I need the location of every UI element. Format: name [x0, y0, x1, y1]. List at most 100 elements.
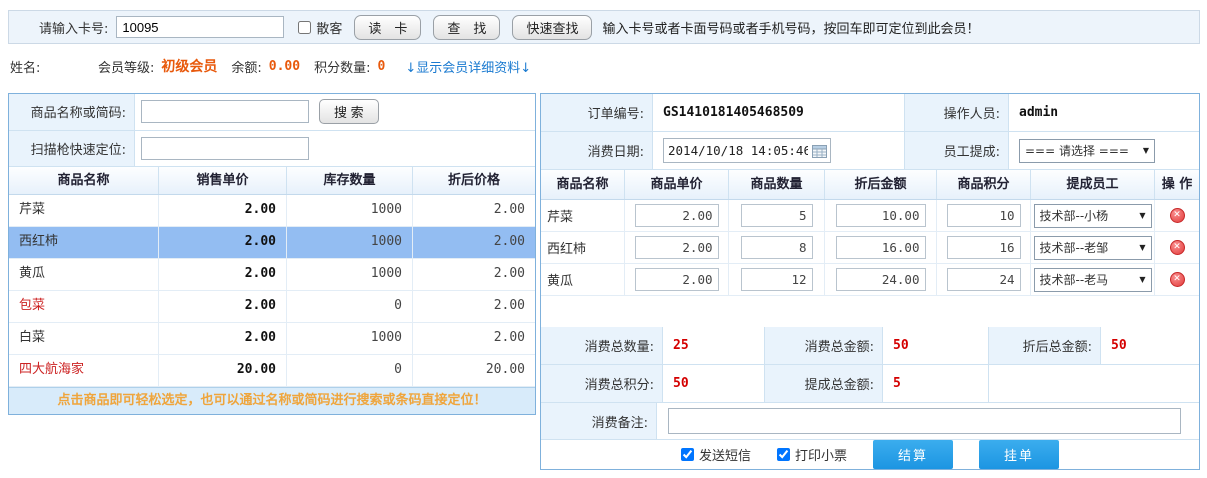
delete-icon[interactable]: ✕ [1170, 272, 1185, 287]
product-price: 2.00 [159, 259, 287, 290]
unit-price-input[interactable] [635, 204, 719, 227]
total-points-value: 50 [663, 365, 765, 403]
search-button[interactable]: 搜 索 [319, 99, 379, 124]
consume-date-input[interactable] [664, 143, 812, 158]
staff-select[interactable]: 技术部--老邹 ▼ [1034, 236, 1152, 260]
product-row[interactable]: 白菜 2.00 1000 2.00 [9, 323, 535, 355]
product-stock: 1000 [287, 259, 413, 290]
column-header: 商品积分 [937, 170, 1031, 199]
staff-selected: 技术部--老邹 [1040, 239, 1109, 256]
staff-select[interactable]: 技术部--小杨 ▼ [1034, 204, 1152, 228]
remark-row: 消费备注: [541, 403, 1199, 440]
cart-spacer [541, 296, 1199, 327]
consume-date-box [663, 138, 831, 163]
delete-icon[interactable]: ✕ [1170, 208, 1185, 223]
hold-order-button[interactable]: 挂单 [979, 440, 1059, 469]
print-receipt-checkbox[interactable] [777, 448, 790, 461]
discount-total-label: 折后总金额: [989, 327, 1101, 365]
column-header: 商品名称 [9, 167, 159, 194]
print-receipt-label: 打印小票 [795, 445, 847, 464]
product-row[interactable]: 黄瓜 2.00 1000 2.00 [9, 259, 535, 291]
cart-row: 西红柿 技术部--老邹 ▼ ✕ [541, 232, 1199, 264]
order-info-grid: 订单编号: GS1410181405468509 操作人员: admin 消费日… [541, 94, 1199, 170]
amount-input[interactable] [836, 236, 926, 259]
product-table-header: 商品名称销售单价库存数量折后价格 [9, 167, 535, 195]
column-header: 折后价格 [413, 167, 535, 194]
column-header: 提成员工 [1031, 170, 1155, 199]
send-sms-group[interactable]: 发送短信 [681, 445, 751, 464]
chevron-down-icon: ▼ [1139, 211, 1145, 220]
product-search-input[interactable] [141, 100, 309, 123]
product-search-row: 商品名称或简码: 搜 索 [9, 94, 535, 131]
order-number-label: 订单编号: [541, 94, 653, 132]
card-hint-text: 输入卡号或者卡面号码或者手机号码，按回车即可定位到此会员！ [602, 18, 979, 37]
quantity-input[interactable] [741, 236, 813, 259]
commission-total-label: 提成总金额: [765, 365, 883, 403]
column-header: 库存数量 [287, 167, 413, 194]
member-info-bar: 姓名: 会员等级: 初级会员 余额: 0.00 积分数量: 0 ↓显示会员详细资… [10, 51, 1200, 81]
unit-price-input[interactable] [635, 236, 719, 259]
staff-commission-label: 员工提成: [905, 132, 1009, 170]
send-sms-label: 发送短信 [699, 445, 751, 464]
quantity-input[interactable] [741, 204, 813, 227]
cart-row: 芹菜 技术部--小杨 ▼ ✕ [541, 200, 1199, 232]
staff-commission-selected: === 请选择 === [1025, 142, 1129, 159]
staff-commission-select[interactable]: === 请选择 === ▼ [1019, 139, 1155, 163]
cart-table-header: 商品名称商品单价商品数量折后金额商品积分提成员工操 作 [541, 170, 1199, 200]
delete-icon[interactable]: ✕ [1170, 240, 1185, 255]
scanner-row: 扫描枪快速定位: [9, 131, 535, 168]
product-row[interactable]: 西红柿 2.00 1000 2.00 [9, 227, 535, 259]
column-header: 销售单价 [159, 167, 287, 194]
calendar-icon[interactable] [812, 144, 827, 158]
amount-input[interactable] [836, 204, 926, 227]
discount-total-value: 50 [1101, 327, 1199, 365]
product-price: 2.00 [159, 291, 287, 322]
product-name: 包菜 [9, 291, 159, 322]
points-input[interactable] [947, 236, 1021, 259]
card-number-input[interactable] [116, 16, 284, 38]
send-sms-checkbox[interactable] [681, 448, 694, 461]
product-name: 四大航海家 [9, 355, 159, 386]
amount-input[interactable] [836, 268, 926, 291]
action-row: 发送短信 打印小票 结算 挂单 [541, 440, 1199, 469]
points-input[interactable] [947, 204, 1021, 227]
product-stock: 1000 [287, 323, 413, 354]
points-value: 0 [377, 59, 385, 74]
product-price: 2.00 [159, 323, 287, 354]
product-row[interactable]: 四大航海家 20.00 0 20.00 [9, 355, 535, 387]
walkin-label: 散客 [316, 18, 342, 37]
chevron-down-icon: ▼ [1139, 275, 1145, 284]
staff-selected: 技术部--小杨 [1040, 207, 1109, 224]
product-name: 芹菜 [9, 195, 159, 226]
chevron-down-icon: ▼ [1139, 243, 1145, 252]
total-amount-label: 消费总金额: [765, 327, 883, 365]
read-card-button[interactable]: 读 卡 [354, 15, 421, 40]
staff-select[interactable]: 技术部--老马 ▼ [1034, 268, 1152, 292]
column-header: 商品单价 [625, 170, 729, 199]
quantity-input[interactable] [741, 268, 813, 291]
product-search-label: 商品名称或简码: [9, 94, 135, 130]
column-header: 商品数量 [729, 170, 825, 199]
operator-label: 操作人员: [905, 94, 1009, 132]
product-price: 2.00 [159, 195, 287, 226]
print-receipt-group[interactable]: 打印小票 [777, 445, 847, 464]
product-stock: 0 [287, 355, 413, 386]
cart-item-name: 芹菜 [541, 200, 625, 231]
find-button[interactable]: 查 找 [433, 15, 500, 40]
member-detail-link[interactable]: ↓显示会员详细资料↓ [405, 57, 531, 76]
remark-input[interactable] [668, 408, 1181, 434]
product-row[interactable]: 芹菜 2.00 1000 2.00 [9, 195, 535, 227]
walkin-checkbox[interactable] [298, 21, 311, 34]
cart-table-body: 芹菜 技术部--小杨 ▼ ✕ 西红柿 技术部--老邹 ▼ ✕ 黄瓜 [541, 200, 1199, 296]
scanner-input[interactable] [141, 137, 309, 160]
product-name: 白菜 [9, 323, 159, 354]
consume-date-label: 消费日期: [541, 132, 653, 170]
unit-price-input[interactable] [635, 268, 719, 291]
quick-find-button[interactable]: 快速查找 [512, 15, 592, 40]
product-discounted-price: 20.00 [413, 355, 535, 386]
points-input[interactable] [947, 268, 1021, 291]
walkin-checkbox-group[interactable]: 散客 [298, 18, 342, 37]
product-row[interactable]: 包菜 2.00 0 2.00 [9, 291, 535, 323]
cart-item-name: 西红柿 [541, 232, 625, 263]
settle-button[interactable]: 结算 [873, 440, 953, 469]
